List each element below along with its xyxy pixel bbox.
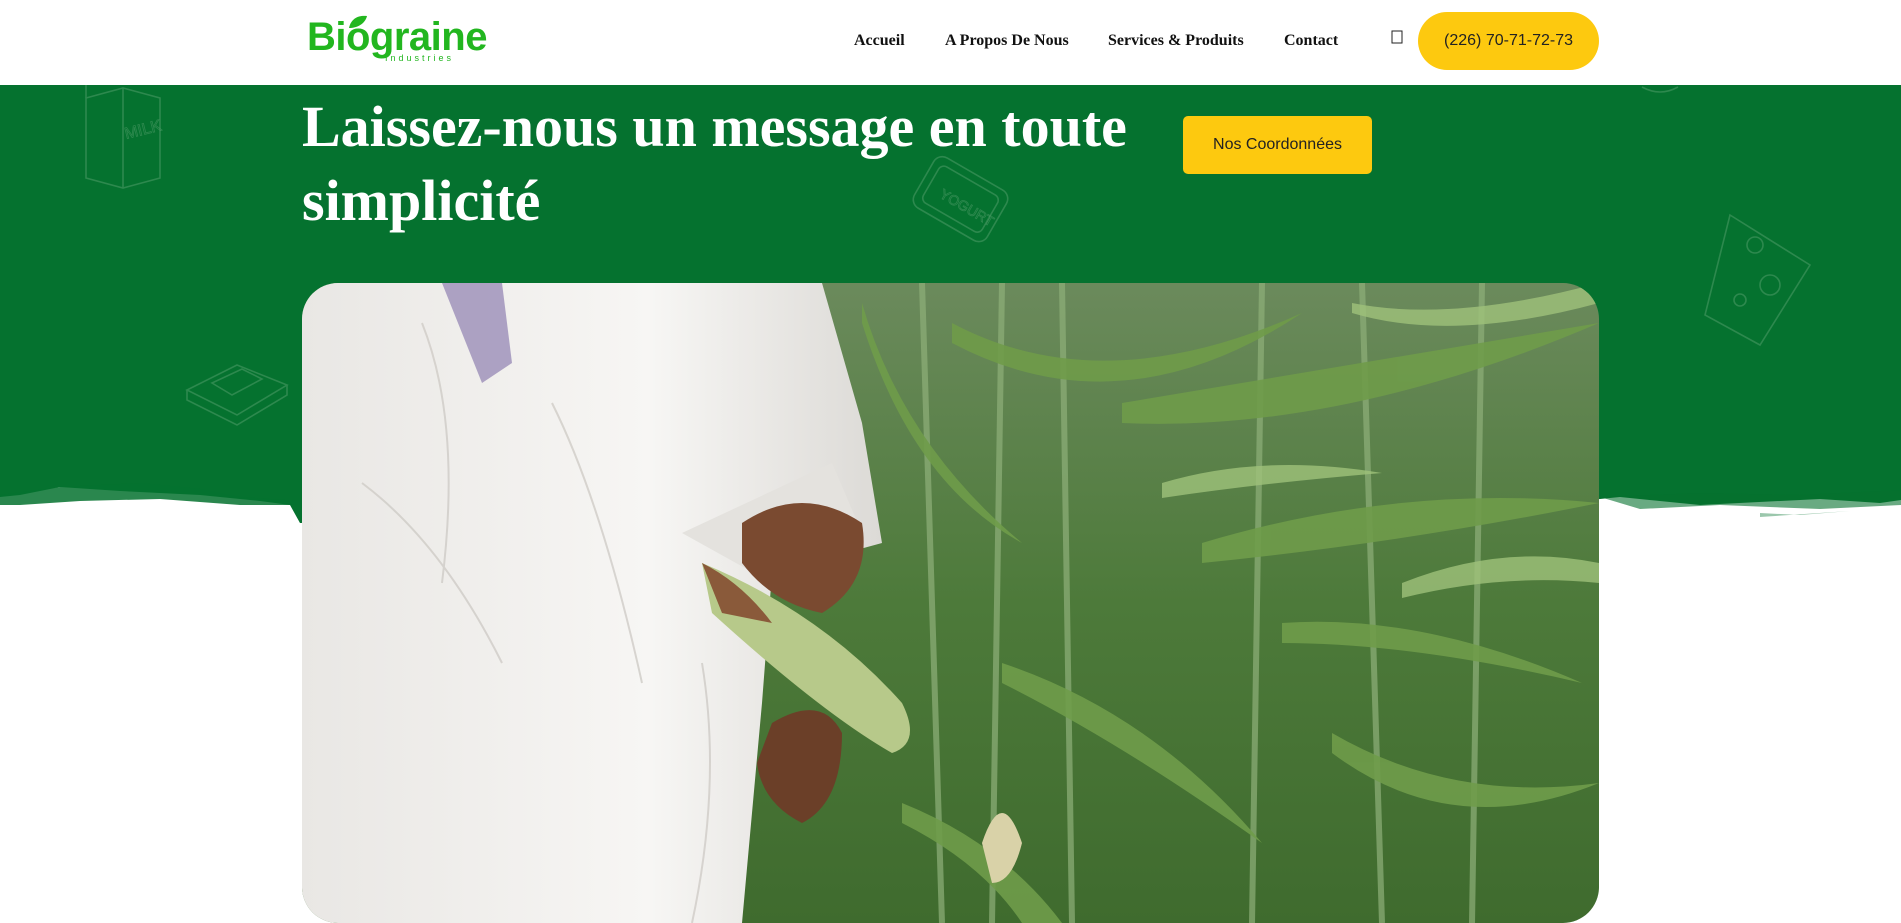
butter-icon: [185, 364, 289, 426]
phone-button[interactable]: (226) 70-71-72-73: [1418, 12, 1599, 70]
cheese-icon: [1704, 213, 1812, 347]
main-nav: Accueil A Propos De Nous Services & Prod…: [0, 0, 1901, 85]
nav-item-services[interactable]: Services & Produits: [1108, 31, 1244, 51]
milk-label: MILK: [123, 117, 164, 143]
nav-item-a-propos[interactable]: A Propos De Nous: [945, 31, 1069, 51]
site-header: Biograine Industries Accueil A Propos De…: [0, 0, 1901, 85]
search-icon[interactable]: [1390, 30, 1404, 48]
farmer-corn-photo: [302, 283, 1599, 923]
hero-title: Laissez-nous un message en toute simplic…: [302, 94, 1127, 233]
cheese-icon-partial: [1641, 86, 1679, 93]
nav-item-contact[interactable]: Contact: [1284, 31, 1338, 51]
corn-field-illustration: [302, 283, 1599, 923]
nav-item-accueil[interactable]: Accueil: [854, 31, 905, 51]
nos-coordonnees-button[interactable]: Nos Coordonnées: [1183, 116, 1372, 174]
milk-carton-icon: MILK: [85, 78, 164, 189]
